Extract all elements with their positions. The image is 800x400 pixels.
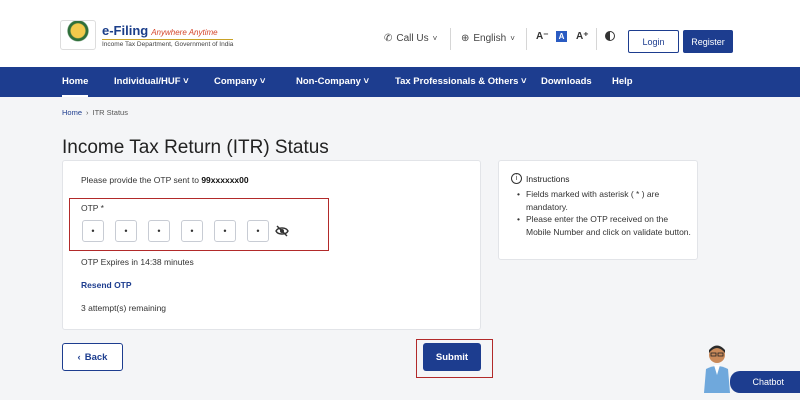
breadcrumb-current: ITR Status bbox=[92, 108, 128, 117]
divider bbox=[450, 28, 451, 50]
submit-button[interactable]: Submit bbox=[423, 343, 481, 371]
contrast-icon[interactable] bbox=[605, 31, 615, 41]
font-normal-button[interactable]: A bbox=[556, 31, 567, 42]
otp-expiry-text: OTP Expires in 14:38 minutes bbox=[81, 257, 194, 267]
emblem-icon bbox=[60, 20, 96, 50]
font-increase-button[interactable]: A⁺ bbox=[576, 31, 589, 42]
instruction-item: Please enter the OTP received on the Mob… bbox=[516, 213, 694, 238]
otp-sent-message: Please provide the OTP sent to 99xxxxxx0… bbox=[81, 175, 249, 185]
chatbot-avatar[interactable] bbox=[700, 343, 734, 393]
instructions-list: Fields marked with asterisk ( * ) are ma… bbox=[516, 188, 694, 238]
efiling-logo[interactable]: e-Filing Anywhere Anytime Income Tax Depa… bbox=[60, 20, 234, 50]
login-button[interactable]: Login bbox=[628, 30, 679, 53]
instructions-header: i Instructions bbox=[511, 173, 569, 184]
breadcrumb-separator: › bbox=[86, 108, 89, 117]
call-us-label: Call Us bbox=[396, 33, 429, 44]
back-label: Back bbox=[84, 351, 108, 363]
divider bbox=[526, 28, 527, 50]
nav-item-individual-huf[interactable]: Individual/HUF ˅ bbox=[114, 67, 189, 97]
chevron-down-icon: ˅ bbox=[510, 34, 515, 43]
masked-phone-number: 99xxxxxx00 bbox=[201, 175, 249, 185]
nav-item-help[interactable]: Help bbox=[612, 67, 633, 97]
info-icon: i bbox=[511, 173, 522, 184]
chatbot-label: Chatbot bbox=[752, 377, 784, 387]
instructions-title: Instructions bbox=[526, 173, 570, 184]
otp-label: OTP * bbox=[81, 203, 104, 213]
attempts-remaining-text: 3 attempt(s) remaining bbox=[81, 303, 167, 313]
otp-digit-input-5[interactable]: • bbox=[214, 220, 236, 242]
otp-digit-input-1[interactable]: • bbox=[82, 220, 104, 242]
language-label: English bbox=[473, 33, 507, 44]
nav-item-company[interactable]: Company ˅ bbox=[214, 67, 265, 97]
otp-digit-input-3[interactable]: • bbox=[148, 220, 170, 242]
chevron-left-icon: ‹ bbox=[77, 351, 81, 363]
chatbot-button[interactable]: Chatbot bbox=[730, 371, 800, 393]
nav-item-home[interactable]: Home bbox=[62, 67, 89, 97]
breadcrumb-home[interactable]: Home bbox=[62, 108, 82, 117]
language-selector[interactable]: ⊕ English ˅ bbox=[461, 33, 515, 44]
logo-title: e-Filing Anywhere Anytime bbox=[102, 22, 218, 38]
instruction-item: Fields marked with asterisk ( * ) are ma… bbox=[516, 188, 694, 213]
breadcrumb: Home › ITR Status bbox=[62, 108, 128, 117]
phone-icon: ✆ bbox=[384, 33, 393, 44]
logo-subtitle: Income Tax Department, Government of Ind… bbox=[102, 38, 234, 48]
otp-digit-input-2[interactable]: • bbox=[115, 220, 137, 242]
register-button[interactable]: Register bbox=[683, 30, 733, 53]
eye-off-icon[interactable] bbox=[275, 225, 289, 237]
globe-icon: ⊕ bbox=[461, 33, 470, 44]
divider bbox=[596, 28, 597, 50]
main-nav: Home Individual/HUF ˅ Company ˅ Non-Comp… bbox=[0, 67, 800, 97]
otp-digit-input-4[interactable]: • bbox=[181, 220, 203, 242]
back-button[interactable]: ‹ Back bbox=[62, 343, 123, 371]
otp-digit-input-6[interactable]: • bbox=[247, 220, 269, 242]
font-decrease-button[interactable]: A⁻ bbox=[536, 31, 549, 42]
chevron-down-icon: ˅ bbox=[432, 34, 438, 43]
page-title: Income Tax Return (ITR) Status bbox=[62, 137, 329, 158]
logo-tagline: Anywhere Anytime bbox=[151, 27, 218, 37]
resend-otp-link[interactable]: Resend OTP bbox=[81, 280, 132, 290]
nav-item-tax-professionals[interactable]: Tax Professionals & Others ˅ bbox=[395, 67, 527, 97]
call-us-menu[interactable]: ✆ Call Us ˅ bbox=[384, 33, 437, 44]
nav-item-downloads[interactable]: Downloads bbox=[541, 67, 592, 97]
nav-item-non-company[interactable]: Non-Company ˅ bbox=[296, 67, 369, 97]
header: e-Filing Anywhere Anytime Income Tax Depa… bbox=[0, 0, 800, 67]
